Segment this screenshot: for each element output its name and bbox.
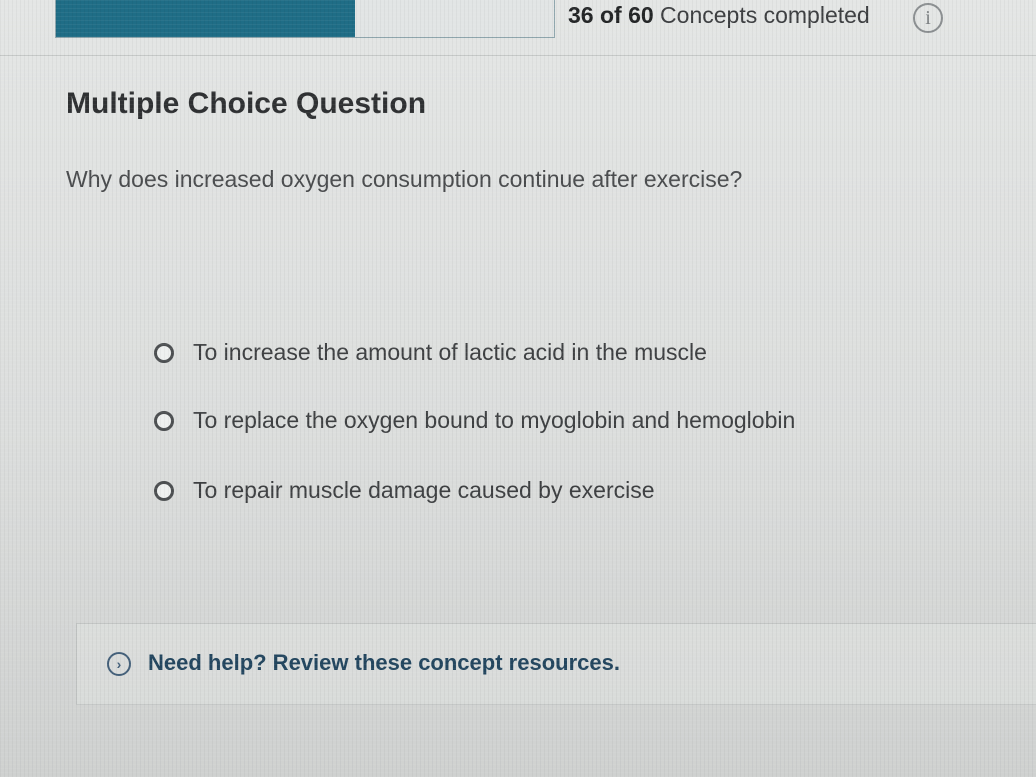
chevron-right-circle-icon[interactable]: › bbox=[107, 652, 131, 676]
answer-option-label[interactable]: To repair muscle damage caused by exerci… bbox=[193, 477, 655, 504]
progress-header: 36 of 60 Concepts completed i bbox=[0, 0, 1036, 44]
answer-option-label[interactable]: To increase the amount of lactic acid in… bbox=[193, 339, 707, 366]
progress-bar-fill bbox=[56, 0, 355, 37]
radio-button[interactable] bbox=[154, 481, 174, 501]
progress-bar bbox=[55, 0, 555, 38]
header-divider bbox=[0, 55, 1036, 56]
help-link-text[interactable]: Need help? Review these concept resource… bbox=[148, 650, 620, 676]
progress-status: 36 of 60 Concepts completed bbox=[568, 2, 870, 29]
radio-button[interactable] bbox=[154, 343, 174, 363]
question-type-title: Multiple Choice Question bbox=[66, 87, 427, 120]
progress-count: 36 of 60 bbox=[568, 2, 654, 28]
help-panel: › Need help? Review these concept resour… bbox=[76, 623, 1036, 705]
progress-suffix: Concepts completed bbox=[653, 2, 870, 28]
answer-options: To increase the amount of lactic acid in… bbox=[152, 336, 992, 542]
question-prompt: Why does increased oxygen consumption co… bbox=[66, 166, 743, 192]
info-icon[interactable]: i bbox=[913, 3, 943, 33]
answer-option[interactable]: To increase the amount of lactic acid in… bbox=[152, 336, 992, 370]
answer-option[interactable]: To replace the oxygen bound to myoglobin… bbox=[152, 404, 992, 438]
answer-option[interactable]: To repair muscle damage caused by exerci… bbox=[152, 474, 992, 508]
answer-option-label[interactable]: To replace the oxygen bound to myoglobin… bbox=[193, 407, 795, 434]
radio-button[interactable] bbox=[154, 411, 174, 431]
